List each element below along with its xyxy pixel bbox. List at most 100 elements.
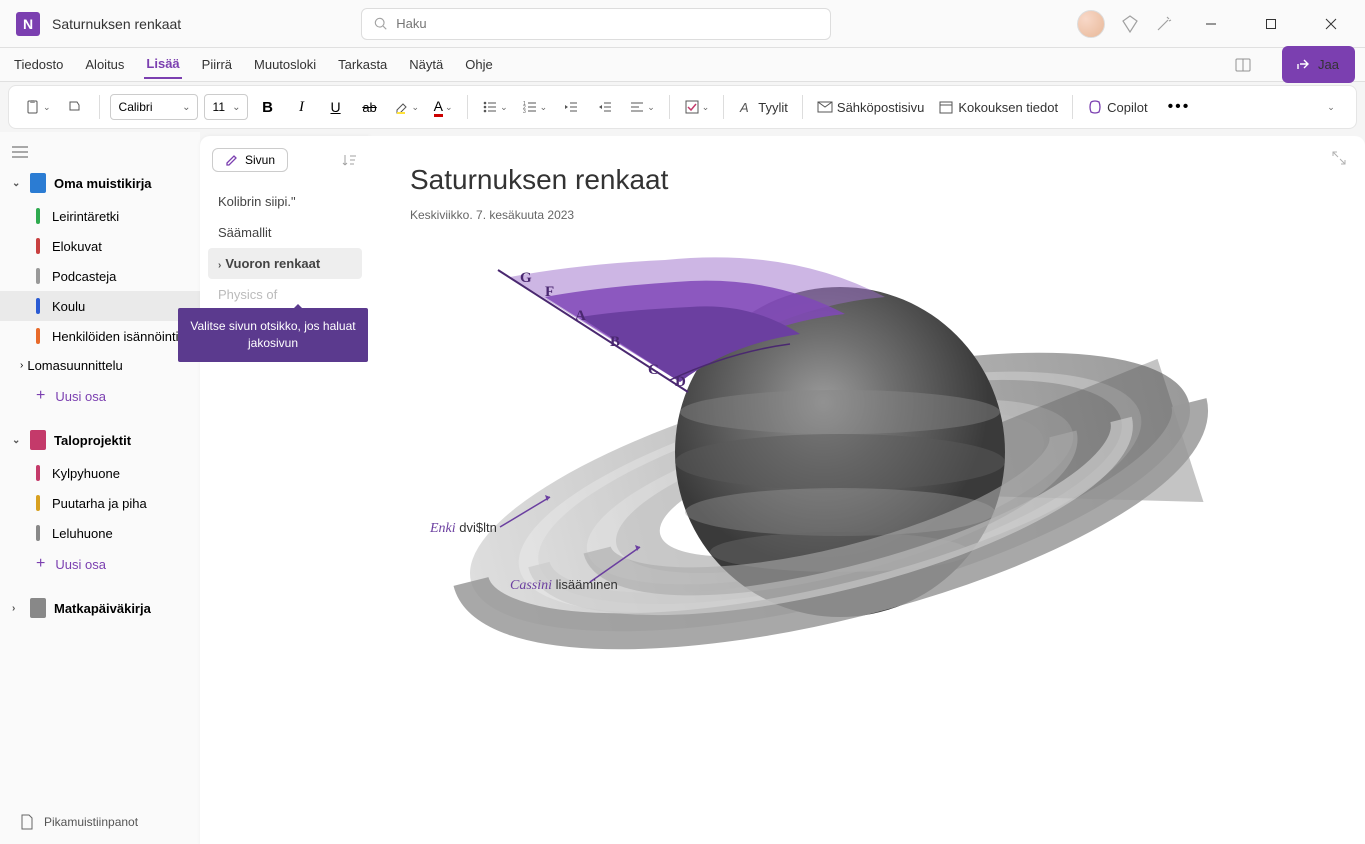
section-podcasteja[interactable]: Podcasteja	[0, 261, 200, 291]
format-painter-button[interactable]	[61, 93, 89, 121]
bullets-button[interactable]: ⌄	[478, 93, 512, 121]
align-button[interactable]: ⌄	[625, 93, 659, 121]
email-page-button[interactable]: Sähköpostisivu	[813, 93, 928, 121]
chevron-down-icon: ⌄	[12, 435, 24, 446]
tab-history[interactable]: Muutosloki	[252, 51, 318, 78]
title-bar: N Saturnuksen renkaat	[0, 0, 1365, 48]
page-date: Keskiviikko. 7. kesäkuuta 2023	[410, 208, 1325, 222]
wand-icon[interactable]	[1155, 15, 1173, 33]
tab-insert[interactable]: Lisää	[144, 50, 181, 79]
section-koulu[interactable]: Koulu	[0, 291, 200, 321]
toolbar: ⌄ Calibri 11 B I U ab ⌄ A⌄ ⌄ 123⌄ ⌄ ⌄ AT…	[8, 85, 1357, 129]
tooltip-callout: Valitse sivun otsikko, jos haluat jakosi…	[178, 308, 368, 362]
plus-icon: +	[36, 387, 45, 405]
styles-button[interactable]: ATyylit	[734, 93, 792, 121]
section-puutarha[interactable]: Puutarha ja piha	[0, 488, 200, 518]
page-title[interactable]: Saturnuksen renkaat	[410, 164, 1325, 196]
page-item-selected[interactable]: ›Vuoron renkaat	[208, 248, 362, 279]
notebook-label: Taloprojektit	[54, 433, 131, 448]
todo-tag-button[interactable]: ⌄	[680, 93, 714, 121]
underline-button[interactable]: U	[322, 93, 350, 121]
page-item[interactable]: Physics of	[208, 279, 362, 310]
font-name-select[interactable]: Calibri	[110, 94, 198, 120]
tab-view[interactable]: Näytä	[407, 51, 445, 78]
pages-pane: Sivun Kolibrin siipi." Säämallit ›Vuoron…	[200, 136, 370, 844]
section-kylpyhuone[interactable]: Kylpyhuone	[0, 458, 200, 488]
reading-mode-icon[interactable]	[1234, 56, 1252, 74]
notebook-header-talo[interactable]: ⌄ Taloprojektit	[0, 422, 200, 458]
section-leluhuone[interactable]: Leluhuone	[0, 518, 200, 548]
diamond-icon[interactable]	[1121, 15, 1139, 33]
new-section-button-2[interactable]: +Uusi osa	[0, 548, 200, 580]
minimize-button[interactable]	[1189, 8, 1233, 40]
notebook-header-oma[interactable]: ⌄ Oma muistikirja	[0, 165, 200, 201]
notebook-icon	[30, 598, 46, 618]
more-button[interactable]: •••	[1164, 93, 1195, 121]
paste-button[interactable]: ⌄	[21, 93, 55, 121]
user-avatar[interactable]	[1077, 10, 1105, 38]
ring-label-c: C	[648, 362, 659, 379]
new-section-button[interactable]: +Uusi osa	[0, 380, 200, 412]
indent-button[interactable]	[591, 93, 619, 121]
expand-icon[interactable]	[1331, 150, 1347, 166]
tab-help[interactable]: Ohje	[463, 51, 494, 78]
highlight-button[interactable]: ⌄	[390, 93, 424, 121]
search-icon	[374, 17, 388, 31]
close-button[interactable]	[1309, 8, 1353, 40]
ribbon-expand-button[interactable]: ⌄	[1316, 93, 1344, 121]
tab-home[interactable]: Aloitus	[83, 51, 126, 78]
font-size-select[interactable]: 11	[204, 94, 248, 120]
chevron-right-icon: ›	[218, 260, 221, 271]
ring-label-b: B	[610, 334, 620, 351]
share-label: Jaa	[1316, 51, 1341, 78]
svg-text:A: A	[739, 100, 749, 115]
notebook-icon	[30, 173, 46, 193]
document-title: Saturnuksen renkaat	[52, 16, 181, 32]
section-elokuvat[interactable]: Elokuvat	[0, 231, 200, 261]
notebook-header-matka[interactable]: › Matkapäiväkirja	[0, 590, 200, 626]
notebooks-nav: ⌄ Oma muistikirja Leirintäretki Elokuvat…	[0, 132, 200, 844]
bold-button[interactable]: B	[254, 93, 282, 121]
outdent-button[interactable]	[557, 93, 585, 121]
section-lomasuunnittelu[interactable]: ›Lomasuunnittelu	[0, 351, 200, 380]
tab-draw[interactable]: Piirrä	[200, 51, 234, 78]
notebook-label: Matkapäiväkirja	[54, 601, 151, 616]
chevron-right-icon: ›	[12, 603, 24, 614]
numbering-button[interactable]: 123⌄	[518, 93, 552, 121]
maximize-button[interactable]	[1249, 8, 1293, 40]
sort-icon[interactable]	[342, 152, 358, 168]
meeting-details-button[interactable]: Kokouksen tiedot	[934, 93, 1062, 121]
add-page-button[interactable]: Sivun	[212, 148, 288, 172]
copilot-button[interactable]: Copilot	[1083, 93, 1151, 121]
share-button[interactable]: Jaa	[1282, 46, 1355, 83]
tab-review[interactable]: Tarkasta	[336, 51, 389, 78]
page-item[interactable]: Kolibrin siipi."	[208, 186, 362, 217]
main-area: ⌄ Oma muistikirja Leirintäretki Elokuvat…	[0, 132, 1365, 844]
saturn-illustration: G F A B C D Enki dvi$ltn Cassini lisäämi…	[430, 252, 1210, 752]
notebook-icon	[30, 430, 46, 450]
page-canvas[interactable]: Saturnuksen renkaat Keskiviikko. 7. kesä…	[370, 136, 1365, 844]
search-input[interactable]	[396, 16, 818, 31]
app-icon: N	[16, 12, 40, 36]
page-item[interactable]: Säämallit	[208, 217, 362, 248]
search-box[interactable]	[361, 8, 831, 40]
strikethrough-button[interactable]: ab	[356, 93, 384, 121]
plus-icon: +	[36, 555, 45, 573]
annotation-cassini: Cassini lisääminen	[510, 577, 618, 594]
tab-file[interactable]: Tiedosto	[12, 51, 65, 78]
ring-label-f: F	[545, 284, 554, 301]
annotation-enki: Enki dvi$ltn	[430, 520, 497, 537]
titlebar-right	[1077, 8, 1365, 40]
section-henkiloiden[interactable]: Henkilöiden isännöinti	[0, 321, 200, 351]
notebook-label: Oma muistikirja	[54, 176, 152, 191]
quick-notes-button[interactable]: Pikamuistiinpanot	[20, 814, 138, 830]
section-leirintaretki[interactable]: Leirintäretki	[0, 201, 200, 231]
share-icon	[1296, 58, 1310, 72]
font-color-button[interactable]: A⌄	[429, 93, 457, 121]
italic-button[interactable]: I	[288, 93, 316, 121]
svg-text:3: 3	[523, 109, 526, 115]
nav-hamburger-icon[interactable]	[0, 142, 200, 165]
ring-label-g: G	[520, 270, 532, 287]
ribbon-tabs: Tiedosto Aloitus Lisää Piirrä Muutosloki…	[0, 48, 1365, 82]
ring-label-d: D	[675, 374, 686, 391]
